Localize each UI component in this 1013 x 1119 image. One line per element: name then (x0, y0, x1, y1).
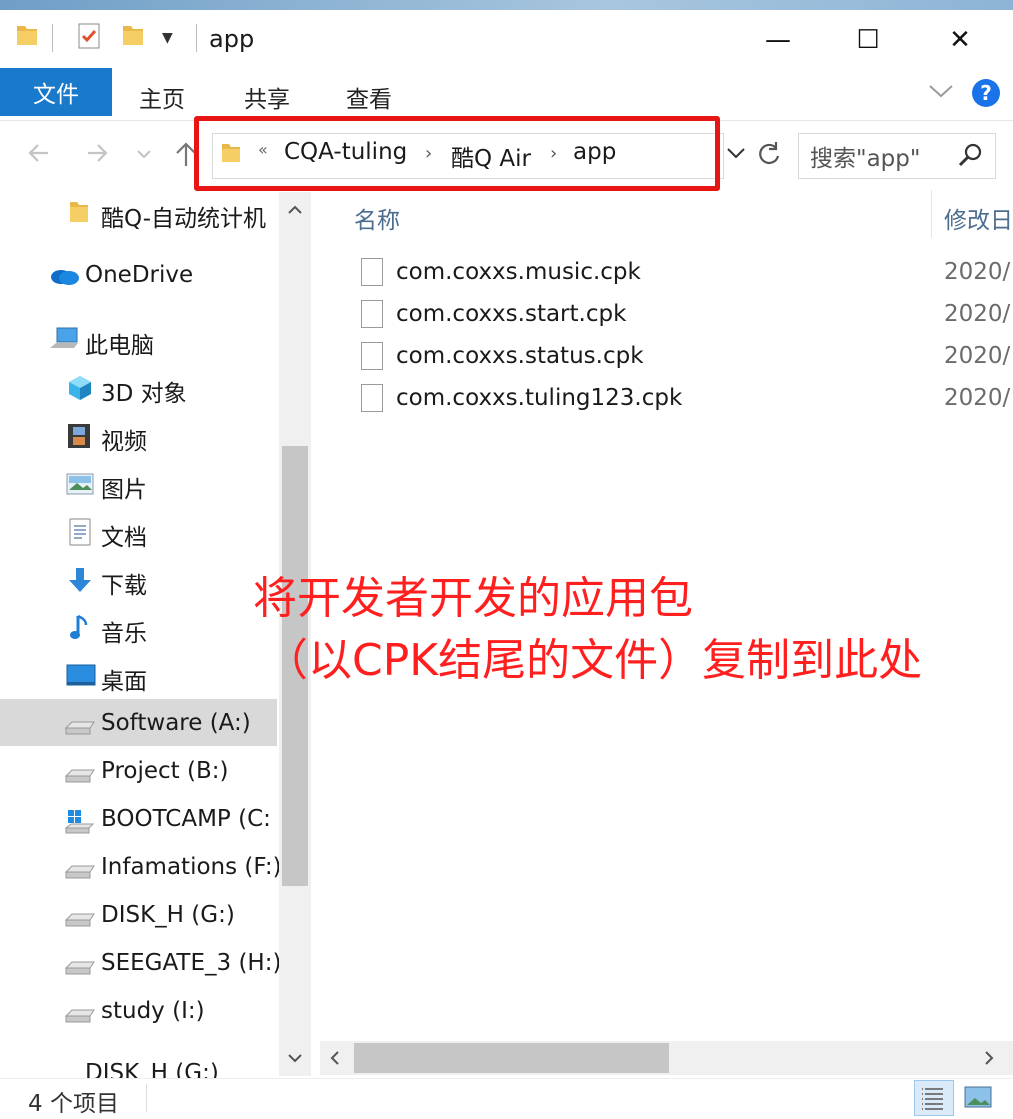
status-bar (0, 1078, 1013, 1118)
customize-quick-access-icon[interactable]: ▼ (162, 30, 173, 46)
close-button[interactable]: ✕ (914, 14, 1006, 66)
forward-arrow-icon[interactable] (84, 140, 110, 172)
film-icon (66, 422, 94, 448)
file-date: 2020/ (944, 343, 1011, 369)
tab-view[interactable]: 查看 (346, 80, 392, 114)
windows-drive-icon (64, 808, 95, 834)
file-icon (361, 342, 383, 370)
column-header-modified[interactable]: 修改日 (944, 201, 1013, 235)
item-count: 4 个项目 (28, 1091, 119, 1117)
search-input[interactable]: 搜索"app" (810, 139, 920, 173)
cloud-icon (48, 264, 79, 288)
drive-icon (64, 910, 95, 934)
drive-icon (64, 958, 95, 982)
details-view-icon (922, 1088, 943, 1110)
nav-item-disk-h-g-clipped[interactable]: DISK_H (G:) (85, 1060, 219, 1078)
file-name[interactable]: com.coxxs.tuling123.cpk (396, 385, 682, 411)
file-name[interactable]: com.coxxs.start.cpk (396, 301, 626, 327)
large-icons-view-icon (964, 1086, 992, 1108)
scroll-down-chevron-icon[interactable] (287, 1050, 303, 1069)
help-button[interactable]: ? (972, 79, 1000, 107)
drive-icon (64, 766, 95, 790)
tab-file[interactable]: 文件 (0, 68, 112, 116)
large-icons-view-button[interactable] (958, 1080, 998, 1116)
computer-icon (48, 326, 78, 350)
nav-item-onedrive[interactable]: OneDrive (85, 262, 193, 288)
scroll-up-chevron-icon[interactable] (287, 200, 303, 219)
folder-app-icon (14, 22, 40, 48)
file-date: 2020/ (944, 301, 1011, 327)
file-date: 2020/ (944, 259, 1011, 285)
desktop-icon (66, 664, 96, 688)
toolbar-divider (52, 24, 53, 52)
folder-icon (68, 199, 96, 223)
search-icon[interactable] (957, 141, 985, 173)
maximize-button[interactable]: ☐ (822, 14, 914, 66)
nav-item-downloads[interactable]: 下载 (101, 566, 147, 600)
nav-item-desktop[interactable]: 桌面 (101, 662, 147, 696)
nav-item-music[interactable]: 音乐 (101, 614, 147, 648)
column-divider[interactable] (931, 190, 932, 238)
highlight-box (194, 116, 720, 191)
nav-item-bootcamp-c[interactable]: BOOTCAMP (C: (101, 806, 277, 832)
horizontal-scrollbar-thumb[interactable] (354, 1043, 669, 1073)
file-name[interactable]: com.coxxs.music.cpk (396, 259, 641, 285)
file-date: 2020/ (944, 385, 1011, 411)
address-history-chevron-icon[interactable] (726, 146, 746, 165)
drive-icon (64, 862, 95, 886)
nav-item-seegate-h[interactable]: SEEGATE_3 (H:) (101, 950, 279, 976)
file-icon (361, 384, 383, 412)
annotation-line-2: （以CPK结尾的文件）复制到此处 (264, 635, 923, 686)
tab-home[interactable]: 主页 (139, 80, 185, 114)
drive-icon (64, 718, 95, 742)
back-arrow-icon[interactable] (26, 140, 52, 172)
nav-item-3d-objects[interactable]: 3D 对象 (101, 374, 187, 408)
music-note-icon (68, 614, 96, 639)
expand-ribbon-chevron-icon[interactable] (928, 82, 954, 104)
nav-item-study-i[interactable]: study (I:) (101, 998, 205, 1024)
nav-item-infamations-f[interactable]: Infamations (F:) (101, 854, 282, 880)
properties-icon[interactable] (76, 22, 102, 49)
file-icon (361, 258, 383, 286)
picture-icon (66, 472, 94, 496)
drive-icon (64, 1006, 95, 1030)
recent-locations-chevron-icon[interactable] (136, 146, 152, 165)
file-name[interactable]: com.coxxs.status.cpk (396, 343, 644, 369)
nav-item-documents[interactable]: 文档 (101, 518, 147, 552)
toolbar-divider (196, 24, 197, 52)
nav-item-disk-h-g[interactable]: DISK_H (G:) (101, 902, 235, 928)
annotation-line-1: 将开发者开发的应用包 (253, 573, 693, 624)
nav-item-kuq-stats[interactable]: 酷Q-自动统计机 (101, 199, 277, 233)
minimize-button[interactable]: — (732, 14, 824, 66)
nav-item-clipped-row: DISK_H (G:) (64, 1056, 279, 1078)
column-header-name[interactable]: 名称 (354, 201, 400, 235)
nav-item-this-pc[interactable]: 此电脑 (85, 326, 154, 360)
window-title: app (209, 25, 255, 53)
document-icon (68, 518, 96, 546)
download-arrow-icon (66, 566, 94, 592)
cube-icon (66, 374, 94, 400)
new-folder-icon[interactable] (120, 22, 146, 48)
tab-share[interactable]: 共享 (244, 80, 290, 114)
nav-item-videos[interactable]: 视频 (101, 422, 147, 456)
refresh-icon[interactable] (756, 140, 782, 172)
file-icon (361, 300, 383, 328)
desktop-background-strip (0, 0, 1013, 10)
nav-item-software-a[interactable]: Software (A:) (101, 710, 251, 736)
details-view-button[interactable] (914, 1080, 954, 1116)
scroll-left-chevron-icon[interactable] (328, 1050, 340, 1070)
nav-item-pictures[interactable]: 图片 (101, 470, 147, 504)
nav-item-project-b[interactable]: Project (B:) (101, 758, 228, 784)
status-divider (146, 1084, 147, 1112)
scroll-right-chevron-icon[interactable] (984, 1050, 996, 1070)
